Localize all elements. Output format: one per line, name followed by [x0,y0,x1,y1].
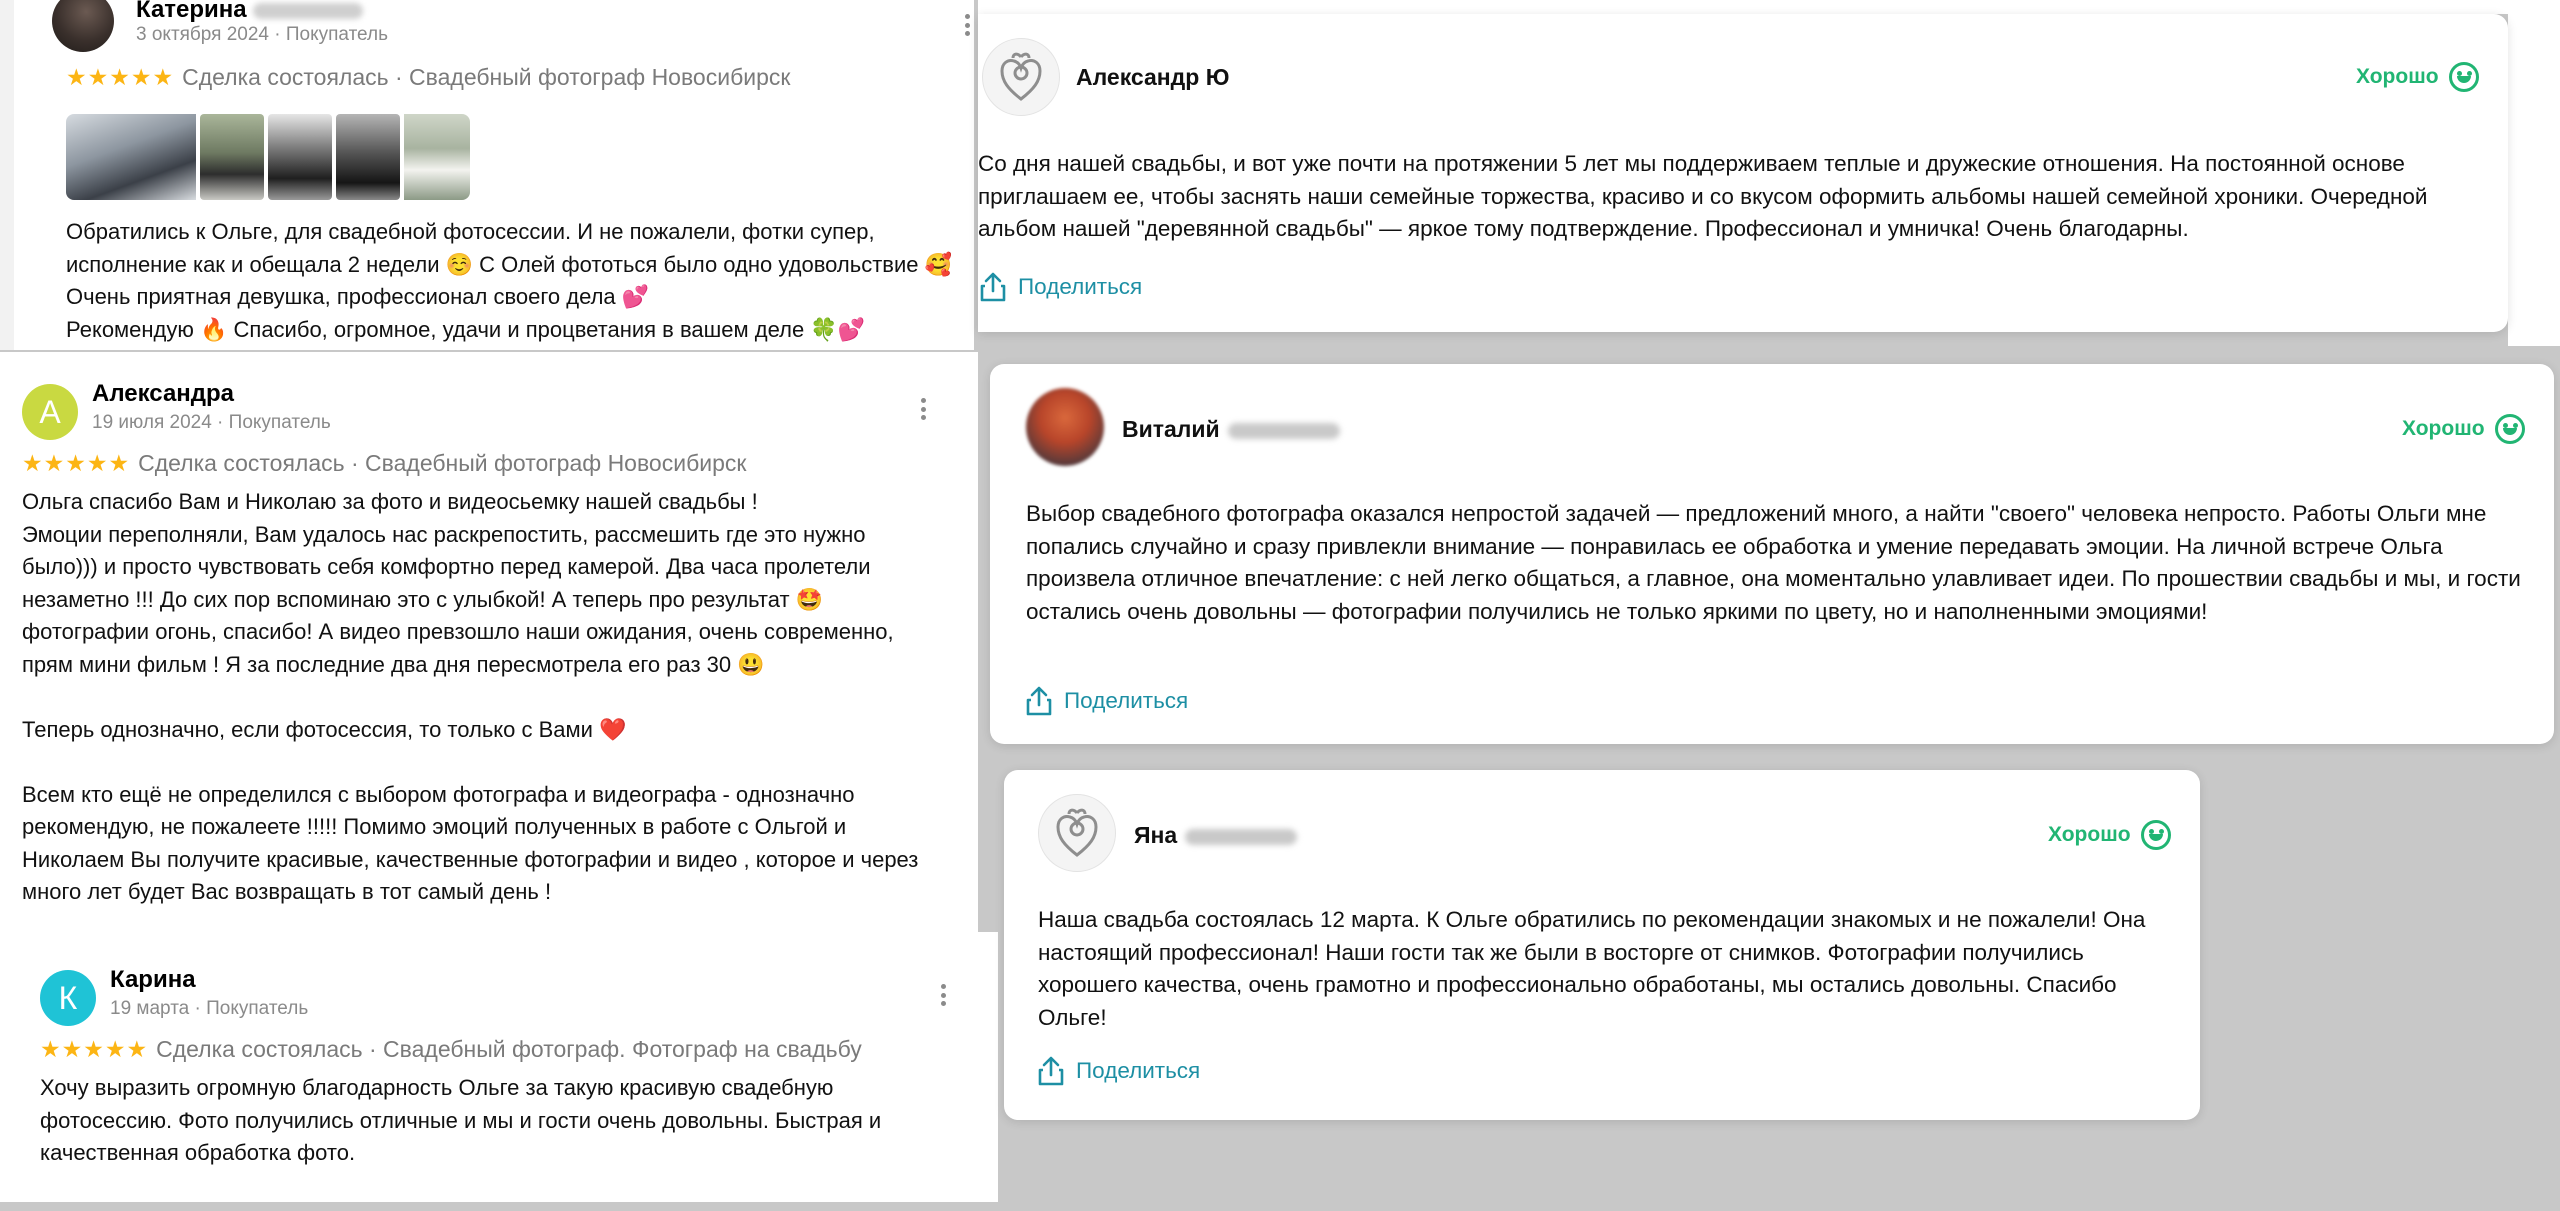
logo-heart-icon[interactable] [982,38,1060,116]
rating-label: Хорошо [2048,823,2131,846]
avatar[interactable]: К [40,970,96,1026]
photo-gallery [66,114,470,200]
rating-badge: Хорошо [2356,62,2479,92]
review-card-karina: К Карина 19 марта · Покупатель ★★★★★ Сдел… [0,932,998,1202]
card-edge [2508,14,2560,346]
review-photo[interactable] [66,114,196,200]
blurred-surname [1185,828,1298,845]
review-text: Выбор свадебного фотографа оказался непр… [1026,501,2521,624]
star-rating: ★★★★★ [40,1036,149,1062]
review-card-yana: Яна Хорошо Наша свадьба состоялась 12 ма… [1004,770,2200,1120]
review-card-aleksandr: Александр Ю Хорошо Со дня нашей свадьбы,… [978,14,2508,332]
share-icon [980,272,1006,302]
smile-icon [2494,414,2525,444]
rating-label: Хорошо [2356,65,2439,88]
share-label: Поделиться [1076,1058,1201,1083]
card-edge [978,0,2560,14]
smile-icon [2448,62,2479,92]
share-icon [1026,686,1052,716]
share-label: Поделиться [1018,274,1143,299]
star-rating: ★★★★★ [22,450,131,476]
avatar[interactable]: А [22,384,78,440]
kebab-menu-icon[interactable] [940,984,946,1006]
reviewer-name: Александра [92,380,235,407]
review-meta: 3 октября 2024 · Покупатель [136,24,388,45]
share-button[interactable]: Поделиться [1026,686,1188,716]
review-text: Со дня нашей свадьбы, и вот уже почти на… [978,151,2428,242]
reviewer-name: Катерина [136,0,247,23]
rating-row: ★★★★★ Сделка состоялась · Свадебный фотог… [40,1036,862,1063]
blurred-surname [1227,422,1340,439]
rating-row: ★★★★★ Сделка состоялась · Свадебный фотог… [22,450,746,477]
avatar[interactable] [1026,388,1104,466]
reviewer-name: Виталий [1122,416,1220,442]
deal-label: Сделка состоялась · Свадебный фотограф Н… [138,450,747,476]
review-card-katerina: Катерина 3 октября 2024 · Покупатель ★★★… [14,0,974,350]
deal-label: Сделка состоялась · Свадебный фотограф. … [156,1036,862,1062]
review-meta: 19 июля 2024 · Покупатель [92,412,331,433]
share-button[interactable]: Поделиться [980,272,1142,302]
review-card-vitaliy: Виталий Хорошо Выбор свадебного фотограф… [990,364,2554,744]
share-icon [1038,1056,1064,1086]
review-text: Обратились к Ольге, для свадебной фотосе… [66,219,953,342]
review-card-aleksandra: А Александра 19 июля 2024 · Покупатель ★… [0,352,978,932]
star-rating: ★★★★★ [66,64,175,90]
review-meta: 19 марта · Покупатель [110,998,309,1019]
reviewer-name: Александр Ю [1076,64,1230,90]
blurred-surname [252,2,363,19]
kebab-menu-icon[interactable] [964,14,970,36]
rating-badge: Хорошо [2402,414,2525,444]
deal-label: Сделка состоялась · Свадебный фотограф Н… [182,64,791,90]
share-button[interactable]: Поделиться [1038,1056,1200,1086]
smile-icon [2140,820,2171,850]
rating-badge: Хорошо [2048,820,2171,850]
panel-edge [0,0,14,350]
reviewer-name: Карина [110,966,196,993]
review-photo[interactable] [336,114,400,200]
kebab-menu-icon[interactable] [920,398,926,420]
review-text: Наша свадьба состоялась 12 марта. К Ольг… [1038,907,2146,1030]
rating-label: Хорошо [2402,417,2485,440]
logo-heart-icon[interactable] [1038,794,1116,872]
review-text: Хочу выразить огромную благодарность Оль… [40,1075,882,1165]
review-photo[interactable] [200,114,264,200]
review-text: Ольга спасибо Вам и Николаю за фото и ви… [22,489,919,904]
review-photo[interactable] [268,114,332,200]
review-photo[interactable] [404,114,470,200]
reviewer-name: Яна [1134,822,1178,848]
avatar[interactable] [52,0,114,52]
rating-row: ★★★★★ Сделка состоялась · Свадебный фотог… [66,64,790,91]
share-label: Поделиться [1064,688,1189,713]
